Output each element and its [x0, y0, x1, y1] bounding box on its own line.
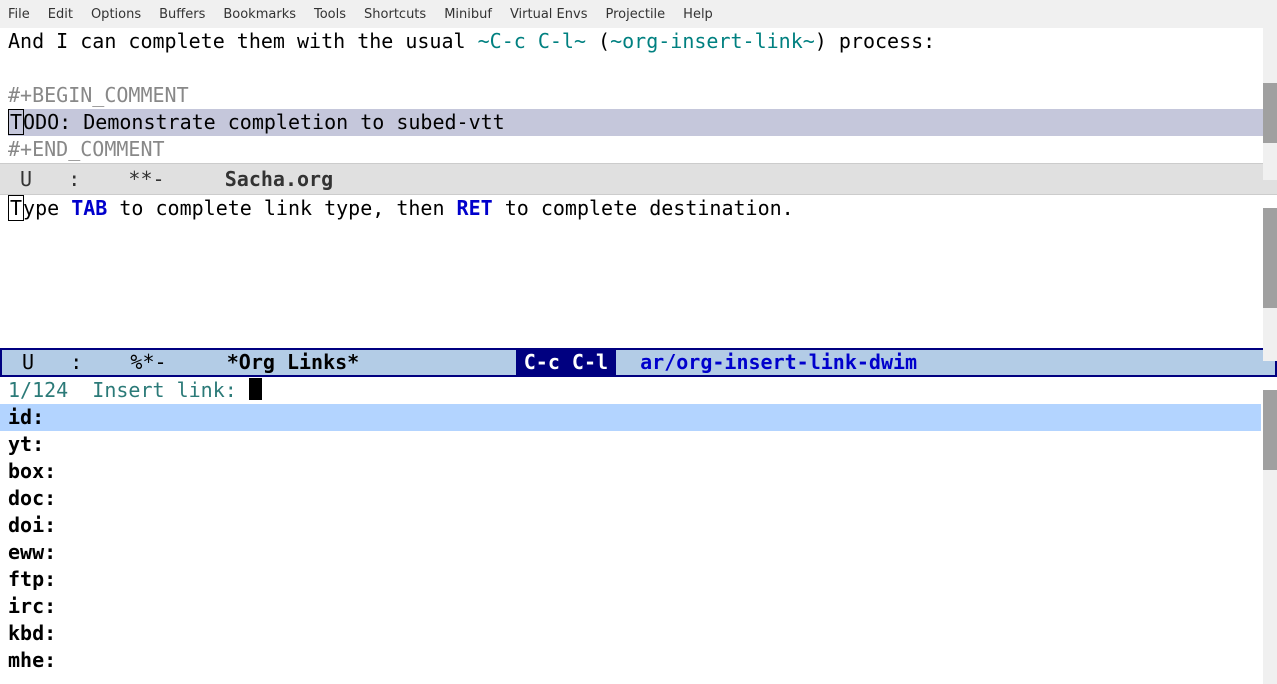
command-name: ar/org-insert-link-dwim — [640, 350, 917, 375]
completion-item[interactable]: ftp: — [8, 566, 1269, 593]
menu-projectile[interactable]: Projectile — [605, 7, 665, 22]
buffer-name: *Org Links* — [227, 350, 359, 375]
completion-item[interactable]: doi: — [8, 512, 1269, 539]
menu-buffers[interactable]: Buffers — [159, 7, 205, 22]
completion-item[interactable]: irc: — [8, 593, 1269, 620]
completion-item[interactable]: doc: — [8, 485, 1269, 512]
menu-shortcuts[interactable]: Shortcuts — [364, 7, 426, 22]
scrollbar-thumb[interactable] — [1263, 208, 1277, 308]
keyword-tab: TAB — [71, 196, 107, 220]
menu-bar: File Edit Options Buffers Bookmarks Tool… — [0, 0, 1277, 28]
main-buffer[interactable]: And I can complete them with the usual ~… — [0, 28, 1277, 163]
menu-help[interactable]: Help — [683, 7, 713, 22]
menu-virtual-envs[interactable]: Virtual Envs — [510, 7, 588, 22]
todo-comment-line: TODO: Demonstrate completion to subed-vt… — [8, 109, 1269, 136]
completion-item[interactable]: kbd: — [8, 620, 1269, 647]
help-text: Type TAB to complete link type, then RET… — [8, 195, 1269, 222]
mode-line-inactive: U : **- Sacha.org — [0, 163, 1277, 195]
completion-item[interactable]: eww: — [8, 539, 1269, 566]
menu-file[interactable]: File — [8, 7, 30, 22]
completion-item-selected[interactable]: id: — [0, 404, 1261, 431]
keyword-ret: RET — [457, 196, 493, 220]
buffer-name: Sacha.org — [225, 167, 333, 191]
menu-tools[interactable]: Tools — [314, 7, 346, 22]
inline-code: ~C-c C-l~ — [478, 29, 586, 53]
cursor — [249, 378, 262, 400]
keybinding-label: C-c C-l — [516, 350, 616, 375]
inline-code: ~org-insert-link~ — [610, 29, 815, 53]
scrollbar-thumb[interactable] — [1263, 83, 1277, 143]
completion-item[interactable]: mhe: — [8, 647, 1269, 674]
org-block-begin: #+BEGIN_COMMENT — [8, 82, 1269, 109]
completion-list[interactable]: id: yt: box: doc: doi: eww: ftp: irc: kb… — [0, 404, 1277, 674]
minibuffer-prompt: Insert link: — [68, 378, 249, 402]
completion-item[interactable]: yt: — [8, 431, 1269, 458]
completion-item[interactable]: box: — [8, 458, 1269, 485]
org-block-end: #+END_COMMENT — [8, 136, 1269, 163]
help-buffer[interactable]: Type TAB to complete link type, then RET… — [0, 195, 1277, 348]
menu-options[interactable]: Options — [91, 7, 141, 22]
minibuffer[interactable]: 1/124 Insert link: — [0, 377, 1277, 404]
menu-minibuf[interactable]: Minibuf — [444, 7, 492, 22]
text-line: And I can complete them with the usual ~… — [8, 28, 1269, 55]
menu-bookmarks[interactable]: Bookmarks — [223, 7, 296, 22]
mode-line-active: U : %*- *Org Links* C-c C-l ar/org-inser… — [0, 348, 1277, 377]
menu-edit[interactable]: Edit — [48, 7, 73, 22]
completion-count: 1/124 — [8, 378, 68, 402]
scrollbar-thumb[interactable] — [1263, 390, 1277, 470]
